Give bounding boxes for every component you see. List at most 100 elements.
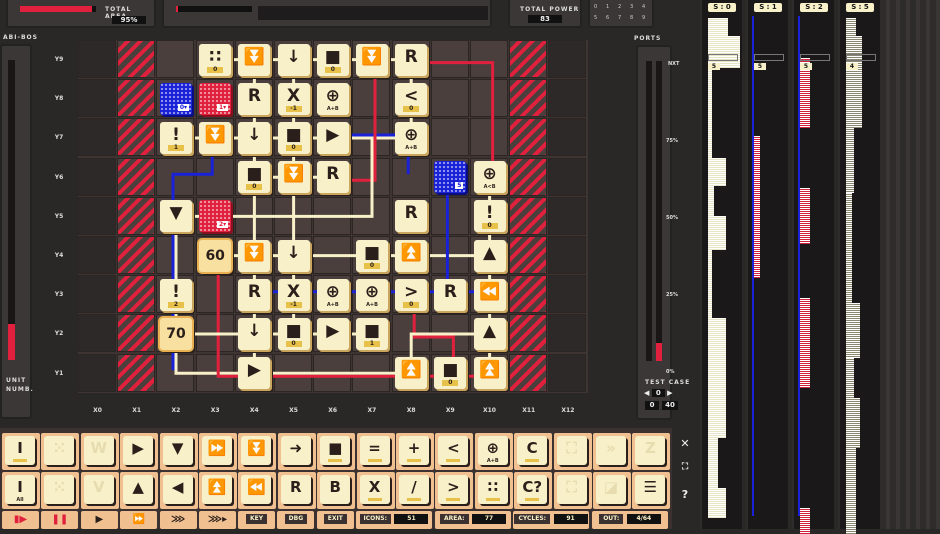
instruction-tile[interactable]: ⏬ [356, 43, 388, 76]
number-tile[interactable]: 70 [160, 318, 192, 350]
fastest-button[interactable]: ⋙▸ [199, 511, 236, 529]
instruction-tile[interactable]: ! 0 [473, 200, 506, 233]
instruction-tile[interactable]: ⏫ [395, 239, 428, 272]
palette-button[interactable]: ⁙ [41, 433, 80, 470]
palette-button[interactable]: ▶ [120, 433, 159, 470]
instruction-tile[interactable]: ⏫ [395, 357, 428, 390]
palette-button[interactable]: ☰ [632, 472, 671, 509]
dial-1[interactable]: 1 [606, 4, 609, 10]
instruction-tile[interactable]: ⏫ [473, 357, 506, 390]
instruction-tile[interactable]: ⊕ A+B [316, 82, 349, 115]
instruction-tile[interactable]: ↓ [238, 122, 271, 154]
instruction-tile[interactable]: ■ 0 [277, 122, 310, 154]
palette-button[interactable]: I All [2, 472, 40, 509]
instruction-tile[interactable]: <0 [395, 82, 428, 115]
palette-button[interactable]: ▼ [159, 433, 198, 470]
palette-button[interactable]: Z [632, 433, 671, 470]
fullscreen-button[interactable]: ⛶ [674, 462, 696, 472]
palette-button[interactable]: ∷ [474, 472, 513, 509]
palette-button[interactable]: ➜ [277, 433, 316, 470]
palette-button[interactable]: V [80, 472, 119, 509]
instruction-tile[interactable]: ∷ 0 [199, 43, 232, 76]
instruction-tile[interactable]: ⊕ A+B [316, 278, 349, 311]
instruction-tile[interactable]: ⏬ [199, 122, 232, 154]
palette-button[interactable]: ◪ [593, 472, 631, 509]
record-button[interactable]: ▮▶ [2, 511, 39, 529]
dial-8[interactable]: 8 [630, 15, 633, 21]
palette-button[interactable]: ⛶ [553, 472, 592, 509]
port-tile[interactable]: 2▾ [199, 200, 232, 233]
instruction-tile[interactable]: ■ 0 [316, 43, 349, 76]
instruction-tile[interactable]: R [238, 278, 271, 311]
palette-button[interactable]: ■ [317, 433, 356, 470]
next-test-button[interactable]: ▶ [667, 389, 672, 397]
exit-button[interactable]: EXIT [316, 511, 354, 529]
instruction-tile[interactable]: ↓ [238, 318, 271, 350]
palette-button[interactable]: ⏩ [199, 433, 237, 470]
instruction-tile[interactable]: R [395, 43, 428, 76]
instruction-tile[interactable]: ▼ [160, 200, 192, 233]
instruction-tile[interactable]: ⊕ A+B [356, 278, 388, 311]
close-button[interactable]: ✕ [674, 437, 696, 450]
instruction-tile[interactable]: ▲ [473, 318, 506, 350]
palette-button[interactable]: W [80, 433, 119, 470]
dial-7[interactable]: 7 [618, 15, 621, 21]
palette-button[interactable]: ⛶ [553, 433, 592, 470]
instruction-tile[interactable]: ⏬ [277, 161, 310, 194]
port-tile[interactable]: 0▾ [160, 82, 192, 115]
circuit-grid[interactable]: ∷ 0 ⏬ ↓ ■ 0 ⏬ R 0▾ 1▾ R X -1 ⊕ A+B <0! 1 ⏬ ↓ ■ 0 ▶ ⊕ A+B ■ 0 ⏬ R 5 ⊕ A… [78, 40, 588, 393]
palette-button[interactable]: ⊕ A+B [474, 433, 513, 470]
instruction-tile[interactable]: ⏬ [238, 43, 271, 76]
palette-button[interactable]: R [277, 472, 316, 509]
instruction-tile[interactable]: ■ 0 [356, 239, 388, 272]
palette-button[interactable]: ⏪ [238, 472, 277, 509]
instruction-tile[interactable]: ▶ [316, 122, 349, 154]
palette-button[interactable]: X [356, 472, 395, 509]
instruction-tile[interactable]: R [316, 161, 349, 194]
number-tile[interactable]: 60 [199, 239, 232, 272]
palette-button[interactable]: B [317, 472, 356, 509]
palette-button[interactable]: ⏫ [199, 472, 237, 509]
fast-button[interactable]: ⏩ [120, 511, 158, 529]
play-button[interactable]: ▶ [80, 511, 118, 529]
instruction-tile[interactable]: ■ 0 [277, 318, 310, 350]
palette-button[interactable]: > [435, 472, 474, 509]
instruction-tile[interactable]: R [434, 278, 467, 311]
instruction-tile[interactable]: ⏪ [473, 278, 506, 311]
instruction-tile[interactable]: R [395, 200, 428, 233]
instruction-tile[interactable]: R [238, 82, 271, 115]
instruction-tile[interactable]: ▲ [473, 239, 506, 272]
instruction-tile[interactable]: ⊕ A<B [473, 161, 506, 194]
dial-5[interactable]: 5 [594, 15, 597, 21]
dial-4[interactable]: 4 [642, 4, 645, 10]
palette-button[interactable]: C? [514, 472, 553, 509]
instruction-tile[interactable]: X -1 [277, 82, 310, 115]
instruction-tile[interactable]: ! 1 [160, 122, 192, 154]
instruction-tile[interactable]: >0 [395, 278, 428, 311]
instruction-tile[interactable]: ■ 0 [238, 161, 271, 194]
instruction-tile[interactable]: ⊕ A+B [395, 122, 428, 154]
instruction-tile[interactable]: X -1 [277, 278, 310, 311]
faster-button[interactable]: ⋙ [159, 511, 197, 529]
palette-button[interactable]: ▲ [120, 472, 159, 509]
palette-button[interactable]: ⏬ [238, 433, 277, 470]
instruction-tile[interactable]: ▶ [316, 318, 349, 350]
instruction-tile[interactable]: ↓ [277, 43, 310, 76]
help-button[interactable]: ? [674, 488, 696, 501]
pause-button[interactable]: ❚❚ [41, 511, 79, 529]
key-button[interactable]: KEY [238, 511, 275, 529]
dial-6[interactable]: 6 [606, 15, 609, 21]
palette-button[interactable]: + [396, 433, 434, 470]
dial-2[interactable]: 2 [618, 4, 621, 10]
palette-button[interactable]: ⁙ [41, 472, 80, 509]
instruction-tile[interactable]: ■ 1 [356, 318, 388, 350]
instruction-tile[interactable]: ↓ [277, 239, 310, 272]
palette-button[interactable]: = [356, 433, 395, 470]
instruction-tile[interactable]: ▶ [238, 357, 271, 390]
prev-test-button[interactable]: ◀ [644, 389, 649, 397]
dial-3[interactable]: 3 [630, 4, 633, 10]
instruction-tile[interactable]: ■ 0 [434, 357, 467, 390]
palette-button[interactable]: ◀ [159, 472, 198, 509]
palette-button[interactable]: » [593, 433, 631, 470]
dbg-button[interactable]: DBG [277, 511, 315, 529]
